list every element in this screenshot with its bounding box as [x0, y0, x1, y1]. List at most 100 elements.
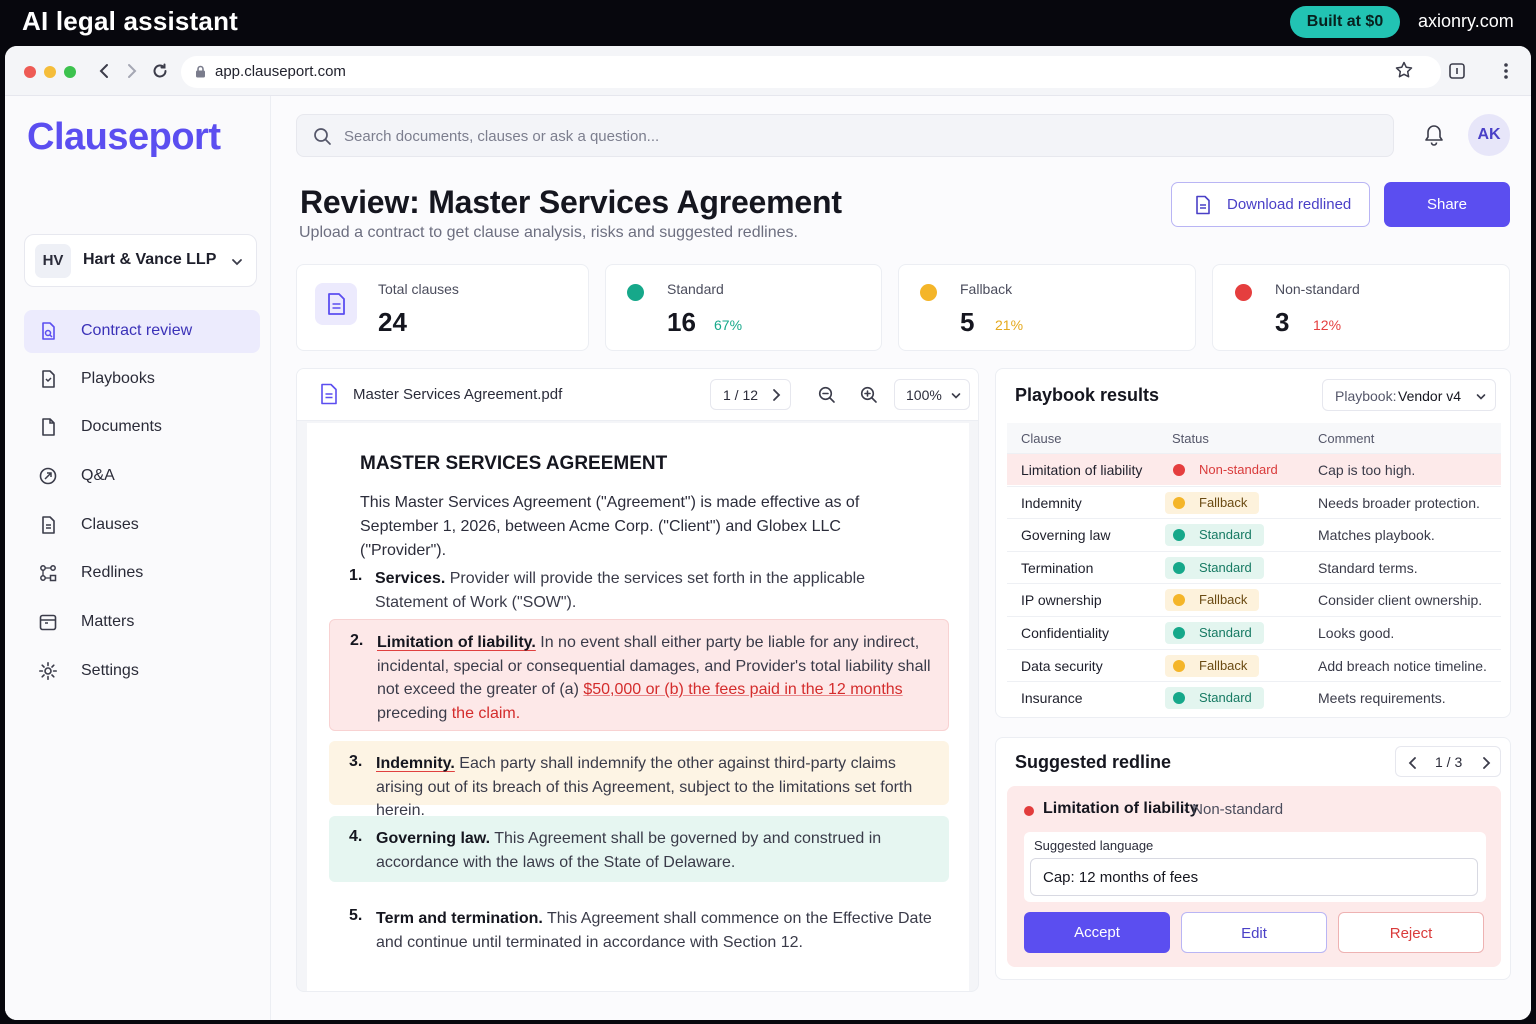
- table-row[interactable]: Confidentiality Standard Looks good.: [1007, 616, 1501, 648]
- clause-indemnity[interactable]: 3. Indemnity. Each party shall indemnify…: [329, 741, 949, 819]
- chevron-down-icon: [232, 259, 242, 266]
- viewer-toolbar: Master Services Agreement.pdf 1 / 12 100…: [297, 369, 978, 421]
- comment-cell: Looks good.: [1318, 625, 1395, 641]
- table-row[interactable]: Data security Fallback Add breach notice t…: [1007, 648, 1501, 681]
- sidebar-item-documents[interactable]: Documents: [24, 406, 260, 449]
- status-badge: Fallback: [1165, 589, 1260, 612]
- status-dot: [1173, 627, 1185, 639]
- download-redlined-button[interactable]: Download redlined: [1171, 182, 1370, 227]
- status-badge: Fallback: [1165, 491, 1260, 514]
- side-panel-icon[interactable]: [1448, 62, 1466, 80]
- stat-percent: 21%: [995, 317, 1024, 333]
- clause-cell: IP ownership: [1021, 592, 1102, 609]
- bell-icon[interactable]: [1423, 123, 1445, 147]
- redline-pager: 1 / 3: [1395, 746, 1501, 777]
- clause-cell: Governing law: [1021, 527, 1111, 544]
- status-dot: [1173, 659, 1185, 672]
- chevron-right-icon[interactable]: [770, 388, 782, 402]
- clause-number: 3.: [349, 753, 363, 770]
- status-dot: [1024, 806, 1034, 816]
- close-window-button[interactable]: [24, 66, 36, 78]
- address-bar[interactable]: app.clauseport.com: [181, 56, 1441, 88]
- org-switcher[interactable]: HV Hart & Vance LLP: [24, 234, 257, 287]
- sidebar-item-label: Playbooks: [81, 370, 155, 387]
- bookmark-star-icon[interactable]: [1394, 60, 1414, 80]
- zoom-out-icon[interactable]: [818, 386, 836, 404]
- select-value: Vendor v4: [1398, 388, 1462, 404]
- clause-number: 1.: [349, 567, 363, 584]
- stat-value: 24: [378, 307, 407, 337]
- clause-cell: Limitation of liability: [1021, 462, 1143, 478]
- clause-limitation-of-liability[interactable]: 2. Limitation of liability. In no event …: [329, 619, 949, 731]
- search-input[interactable]: Search documents, clauses or ask a quest…: [296, 114, 1394, 157]
- status-badge: Standard: [1165, 556, 1264, 579]
- table-row[interactable]: IP ownership Fallback Consider client owne…: [1007, 583, 1501, 615]
- clause-text: Indemnity. Each party shall indemnify th…: [376, 752, 936, 823]
- accept-button[interactable]: Accept: [1024, 912, 1170, 953]
- table-row[interactable]: Limitation of liability Non-standard Cap i…: [1007, 453, 1501, 485]
- table-row[interactable]: Insurance Standard Meets requirements.: [1007, 681, 1501, 713]
- table-row[interactable]: Indemnity Fallback Needs broader protectio…: [1007, 485, 1501, 518]
- panel-title: Playbook results: [1015, 385, 1160, 405]
- status-text: Fallback: [1199, 657, 1248, 673]
- status-badge: Standard: [1165, 524, 1264, 547]
- suggested-language-field[interactable]: Cap: 12 months of fees: [1030, 858, 1478, 896]
- table-row[interactable]: Governing law Standard Matches playbook.: [1007, 518, 1501, 550]
- minimize-window-button[interactable]: [44, 66, 56, 78]
- chevron-down-icon: [1476, 394, 1486, 400]
- document-icon: [328, 293, 345, 315]
- brand-logo[interactable]: Clauseport: [27, 116, 221, 159]
- avatar[interactable]: AK: [1468, 114, 1510, 156]
- clause-services[interactable]: 1. Services. Provider will provide the s…: [329, 558, 949, 614]
- stat-percent: 67%: [714, 317, 743, 333]
- playbook-select[interactable]: Playbook: Vendor v4: [1322, 379, 1496, 411]
- column-header: Clause: [1021, 431, 1062, 446]
- sidebar-item-redlines[interactable]: Redlines: [24, 552, 260, 595]
- pager-text: 1 / 3: [1435, 754, 1463, 770]
- forward-icon[interactable]: [121, 60, 143, 82]
- sidebar-item-clauses[interactable]: Clauses: [24, 504, 260, 547]
- column-header: Status: [1172, 431, 1209, 446]
- back-icon[interactable]: [93, 60, 115, 82]
- page-selector[interactable]: 1 / 12: [710, 379, 791, 410]
- stat-label: Non-standard: [1275, 281, 1360, 297]
- sidebar-item-qa[interactable]: Q&A: [24, 455, 260, 498]
- edit-button[interactable]: Edit: [1181, 912, 1327, 953]
- stat-label: Standard: [667, 281, 724, 297]
- page-title: Review: Master Services Agreement: [300, 184, 842, 220]
- page-indicator: 1 / 12: [723, 387, 759, 403]
- chevron-left-icon[interactable]: [1407, 756, 1419, 770]
- org-name: Hart & Vance LLP: [83, 251, 217, 268]
- gear-icon: [39, 662, 57, 680]
- sidebar-item-contract-review[interactable]: Contract review: [24, 310, 260, 353]
- clause-term-and-termination[interactable]: 5. Term and termination. This Agreement …: [329, 898, 949, 958]
- table-row[interactable]: Termination Standard Standard terms.: [1007, 550, 1501, 583]
- page-subtitle: Upload a contract to get clause analysis…: [299, 224, 798, 241]
- clause-title: Services.: [375, 570, 446, 587]
- reload-icon[interactable]: [149, 60, 171, 82]
- column-header: Comment: [1318, 431, 1375, 446]
- status-dot: [1173, 464, 1185, 476]
- clause-text: Governing law. This Agreement shall be g…: [376, 827, 936, 874]
- comment-cell: Consider client ownership.: [1318, 592, 1483, 609]
- clause-number: 4.: [349, 828, 363, 845]
- clause-body: Each party shall indemnify the other aga…: [376, 755, 913, 819]
- reject-button[interactable]: Reject: [1338, 912, 1484, 953]
- table-header: Clause Status Comment: [1007, 423, 1501, 453]
- document-viewer: Master Services Agreement.pdf 1 / 12 100…: [296, 368, 979, 992]
- sidebar-item-playbooks[interactable]: Playbooks: [24, 358, 260, 401]
- sidebar-item-label: Matters: [81, 613, 135, 630]
- share-button[interactable]: Share: [1384, 182, 1510, 227]
- clause-text: Term and termination. This Agreement sha…: [376, 907, 936, 954]
- menu-kebab-icon[interactable]: [1503, 61, 1509, 81]
- chevron-right-icon[interactable]: [1480, 756, 1492, 770]
- sidebar-item-matters[interactable]: Matters: [24, 601, 260, 644]
- sidebar-item-settings[interactable]: Settings: [24, 650, 260, 693]
- zoom-in-icon[interactable]: [860, 386, 878, 404]
- maximize-window-button[interactable]: [64, 66, 76, 78]
- clause-governing-law[interactable]: 4. Governing law. This Agreement shall b…: [329, 816, 949, 882]
- stat-label: Total clauses: [378, 281, 459, 297]
- redline-status: · Non-standard: [1183, 801, 1284, 818]
- zoom-select[interactable]: 100%: [894, 379, 970, 410]
- status-dot: [1173, 561, 1185, 574]
